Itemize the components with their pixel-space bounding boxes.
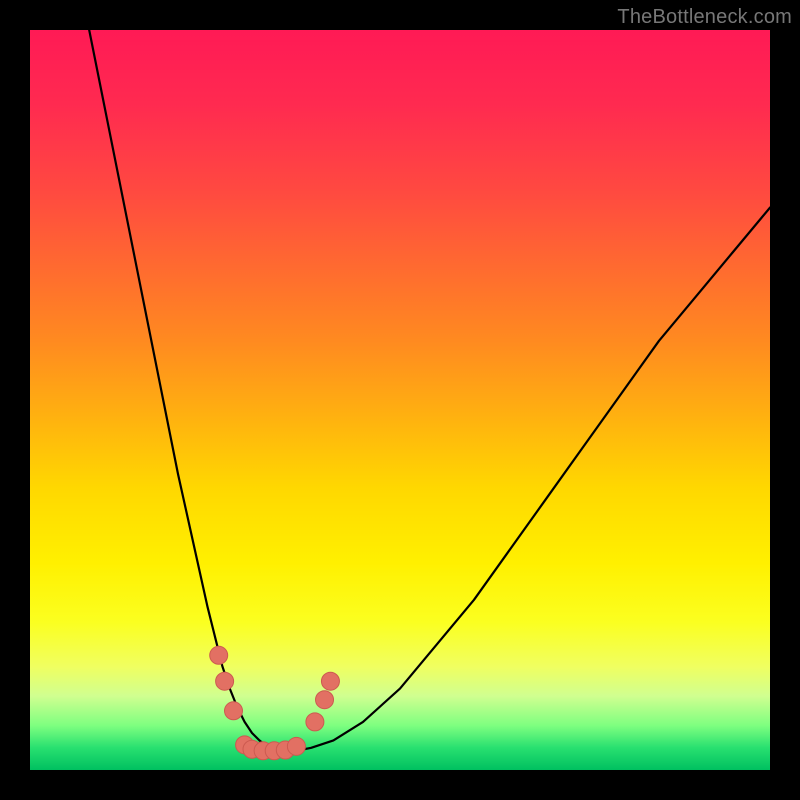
curve-marker bbox=[306, 713, 324, 731]
bottleneck-curve bbox=[89, 30, 770, 751]
marker-group bbox=[210, 646, 340, 759]
outer-frame: TheBottleneck.com bbox=[0, 0, 800, 800]
curve-marker bbox=[287, 737, 305, 755]
curve-marker bbox=[216, 672, 234, 690]
plot-area bbox=[30, 30, 770, 770]
curve-marker bbox=[316, 691, 334, 709]
curve-layer bbox=[30, 30, 770, 770]
curve-marker bbox=[210, 646, 228, 664]
watermark-text: TheBottleneck.com bbox=[617, 6, 792, 29]
curve-marker bbox=[225, 702, 243, 720]
curve-marker bbox=[321, 672, 339, 690]
